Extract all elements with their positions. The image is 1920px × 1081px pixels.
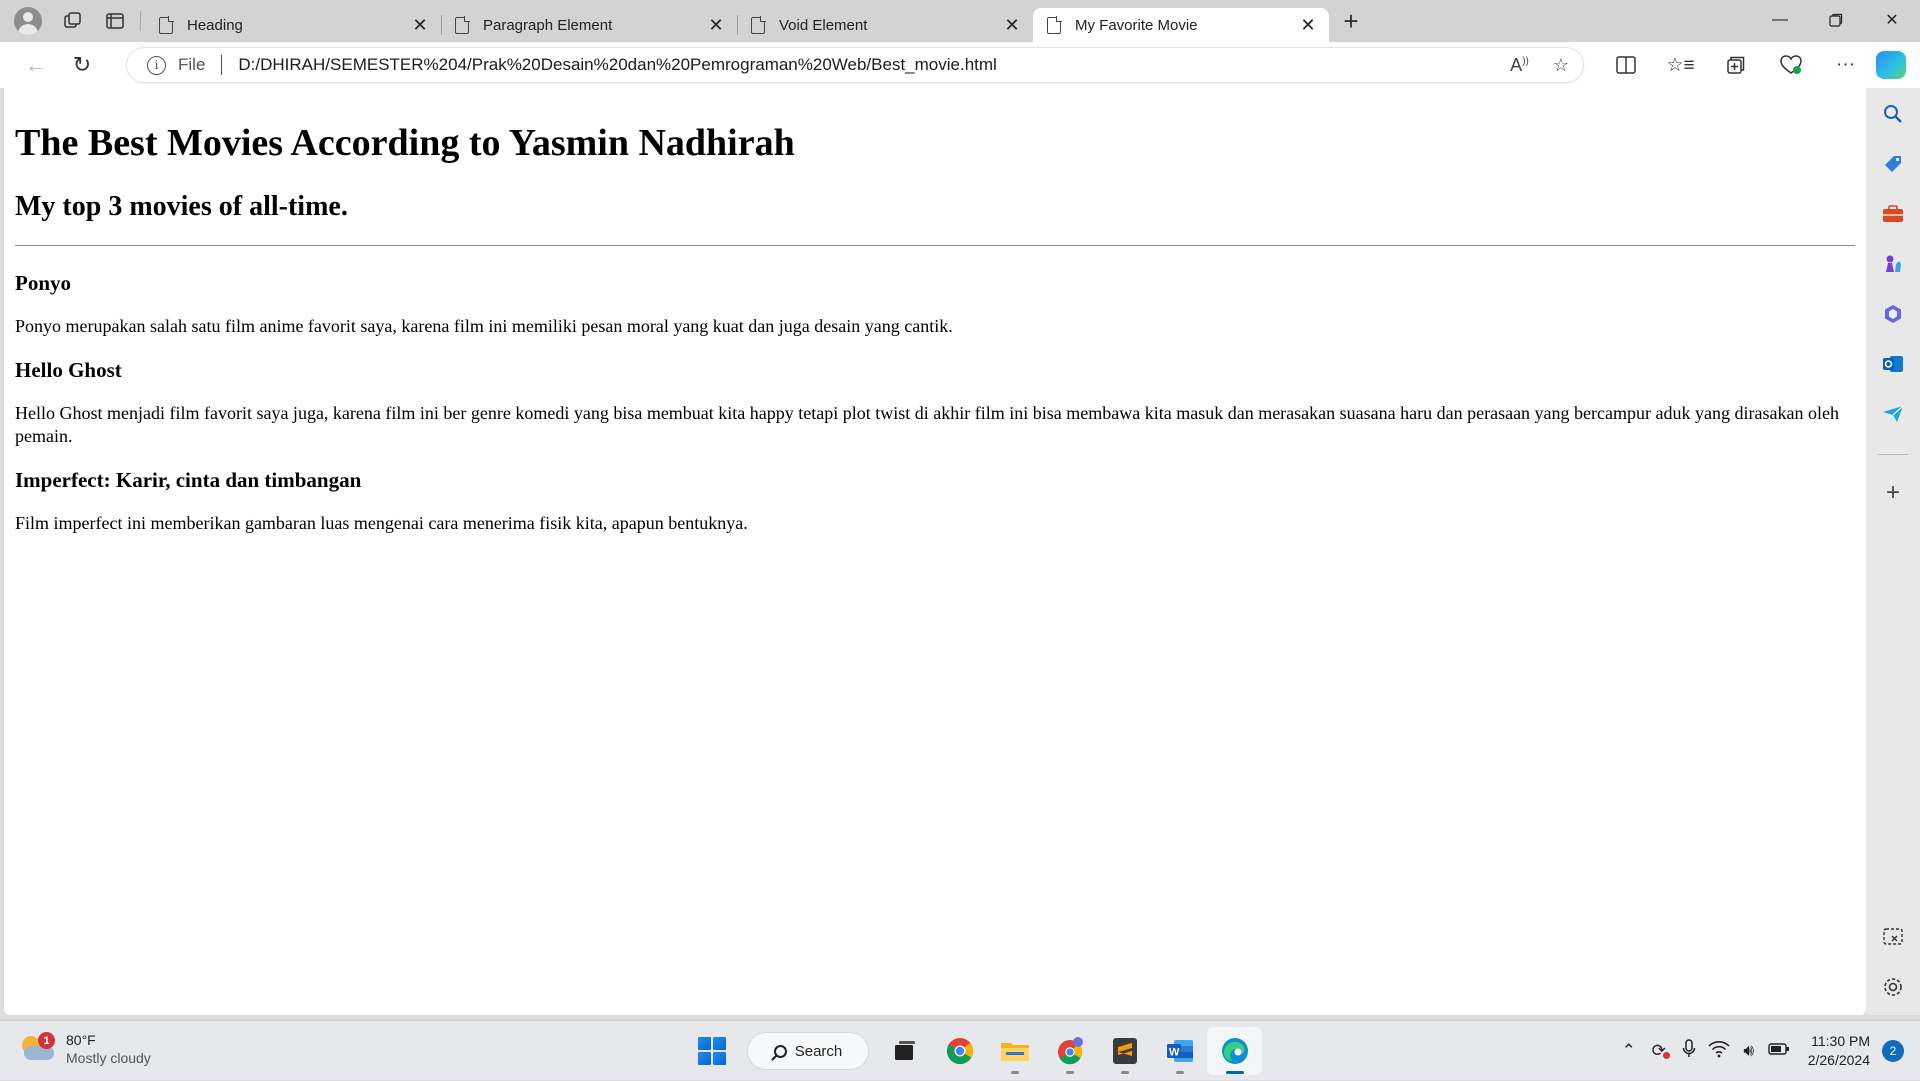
sync-icon[interactable]: ⟳ xyxy=(1644,1041,1674,1061)
edge-sidebar: + xyxy=(1866,88,1920,1015)
sidebar-separator xyxy=(1878,454,1908,455)
outlook-icon[interactable] xyxy=(1875,346,1911,382)
system-tray: ⌃ ⟳ 🔊︎ 11:30 PM 2/26/2024 2 xyxy=(1614,1021,1920,1081)
tab-heading[interactable]: Heading ✕ xyxy=(145,8,442,42)
document-icon xyxy=(159,15,174,34)
minimize-button[interactable]: — xyxy=(1752,0,1808,40)
tools-briefcase-icon[interactable] xyxy=(1875,196,1911,232)
movie-title: Hello Ghost xyxy=(15,358,122,383)
search-label: Search xyxy=(794,1042,843,1060)
split-screen-icon[interactable] xyxy=(1598,42,1653,88)
volume-icon[interactable]: 🔊︎ xyxy=(1734,1041,1764,1061)
document-icon xyxy=(1047,15,1062,34)
taskbar-apps: Search W xyxy=(684,1027,1262,1075)
tab-title: Paragraph Element xyxy=(483,16,613,34)
svg-text:W: W xyxy=(1169,1047,1180,1059)
document-icon xyxy=(751,15,766,34)
page-viewport: The Best Movies According to Yasmin Nadh… xyxy=(4,88,1866,1015)
profile-avatar[interactable] xyxy=(14,7,42,35)
browser-toolbar: ← ↻ i File D:/DHIRAH/SEMESTER%204/Prak%2… xyxy=(0,42,1920,88)
horizontal-rule xyxy=(15,244,1855,246)
read-aloud-icon[interactable]: A)) xyxy=(1510,55,1529,76)
tab-actions-icon[interactable] xyxy=(94,0,136,42)
edge-icon[interactable] xyxy=(1207,1027,1262,1075)
system-clock[interactable]: 11:30 PM 2/26/2024 xyxy=(1808,1032,1870,1070)
close-tab-icon[interactable]: ✕ xyxy=(409,15,431,36)
movie-title: Imperfect: Karir, cinta dan timbangan xyxy=(15,468,362,493)
send-drop-icon[interactable] xyxy=(1875,396,1911,432)
address-divider xyxy=(221,55,223,75)
movie-description: Ponyo merupakan salah satu film anime fa… xyxy=(15,316,953,337)
battery-icon[interactable] xyxy=(1764,1041,1794,1061)
notification-badge[interactable]: 2 xyxy=(1882,1040,1904,1062)
refresh-button[interactable]: ↻ xyxy=(60,47,104,83)
chrome-icon[interactable] xyxy=(932,1027,987,1075)
tab-void-element[interactable]: Void Element ✕ xyxy=(737,8,1033,42)
windows-taskbar: 1 80°F Mostly cloudy Search W ⌃ ⟳ 🔊︎ 11:… xyxy=(0,1020,1920,1080)
more-options-icon[interactable]: ··· xyxy=(1818,42,1873,88)
close-tab-icon[interactable]: ✕ xyxy=(1001,15,1023,36)
tab-paragraph-element[interactable]: Paragraph Element ✕ xyxy=(441,8,738,42)
address-bar[interactable]: i File D:/DHIRAH/SEMESTER%204/Prak%20Des… xyxy=(126,47,1584,83)
microsoft-365-icon[interactable] xyxy=(1875,296,1911,332)
sidebar-settings-icon[interactable] xyxy=(1875,969,1911,1005)
favorites-icon[interactable]: ☆≡ xyxy=(1653,42,1708,88)
search-icon[interactable] xyxy=(1875,96,1911,132)
search-icon xyxy=(773,1044,787,1058)
clock-time: 11:30 PM xyxy=(1811,1033,1870,1050)
back-button[interactable]: ← xyxy=(14,47,58,83)
clock-date: 2/26/2024 xyxy=(1807,1052,1870,1068)
url-text[interactable]: D:/DHIRAH/SEMESTER%204/Prak%20Desain%20d… xyxy=(238,55,996,75)
taskbar-search[interactable]: Search xyxy=(747,1032,869,1070)
tab-strip: Heading ✕ Paragraph Element ✕ Void Eleme… xyxy=(0,0,1920,42)
task-view-icon[interactable] xyxy=(877,1027,932,1075)
close-window-button[interactable]: ✕ xyxy=(1864,0,1920,40)
weather-cloud-icon: 1 xyxy=(20,1032,56,1062)
movie-description: Film imperfect ini memberikan gambaran l… xyxy=(15,513,748,534)
weather-widget[interactable]: 1 80°F Mostly cloudy xyxy=(20,1031,151,1067)
games-chess-icon[interactable] xyxy=(1875,246,1911,282)
start-button[interactable] xyxy=(684,1027,739,1075)
new-tab-button[interactable]: + xyxy=(1331,6,1371,37)
page-subheading: My top 3 movies of all-time. xyxy=(15,190,348,222)
document-icon xyxy=(455,15,470,34)
close-tab-icon[interactable]: ✕ xyxy=(1297,15,1319,36)
favorite-star-icon[interactable]: ☆ xyxy=(1553,55,1569,76)
word-icon[interactable]: W xyxy=(1152,1027,1207,1075)
weather-condition: Mostly cloudy xyxy=(66,1050,151,1067)
close-tab-icon[interactable]: ✕ xyxy=(705,15,727,36)
collections-icon[interactable] xyxy=(1708,42,1763,88)
tab-separator xyxy=(140,11,141,31)
workspaces-icon[interactable] xyxy=(52,0,94,42)
movie-description: Hello Ghost menjadi film favorit saya ju… xyxy=(15,403,1839,447)
copilot-icon[interactable] xyxy=(1876,51,1906,79)
weather-temp: 80°F xyxy=(66,1032,96,1048)
sublime-text-icon[interactable] xyxy=(1097,1027,1152,1075)
restore-button[interactable] xyxy=(1808,0,1864,40)
scheme-label: File xyxy=(178,55,206,74)
tab-title: My Favorite Movie xyxy=(1075,16,1198,34)
shopping-tag-icon[interactable] xyxy=(1875,146,1911,182)
site-info-icon[interactable]: i xyxy=(147,55,166,75)
add-sidebar-app-icon[interactable]: + xyxy=(1875,475,1911,511)
weather-badge: 1 xyxy=(38,1032,55,1050)
windows-logo-icon xyxy=(697,1037,726,1065)
tab-title: Void Element xyxy=(779,16,868,34)
movie-title: Ponyo xyxy=(15,270,72,295)
window-controls: — ✕ xyxy=(1752,0,1920,40)
microphone-icon[interactable] xyxy=(1674,1038,1704,1064)
tab-title: Heading xyxy=(187,16,243,34)
file-explorer-icon[interactable] xyxy=(987,1027,1042,1075)
browser-essentials-icon[interactable] xyxy=(1763,42,1818,88)
page-heading: The Best Movies According to Yasmin Nadh… xyxy=(15,122,795,164)
chrome-profile-icon[interactable] xyxy=(1042,1027,1097,1075)
wifi-icon[interactable] xyxy=(1704,1040,1734,1063)
tab-my-favorite-movie[interactable]: My Favorite Movie ✕ xyxy=(1033,8,1329,42)
show-hidden-icons-icon[interactable]: ⌃ xyxy=(1614,1041,1644,1061)
screenshot-icon[interactable] xyxy=(1875,919,1911,955)
